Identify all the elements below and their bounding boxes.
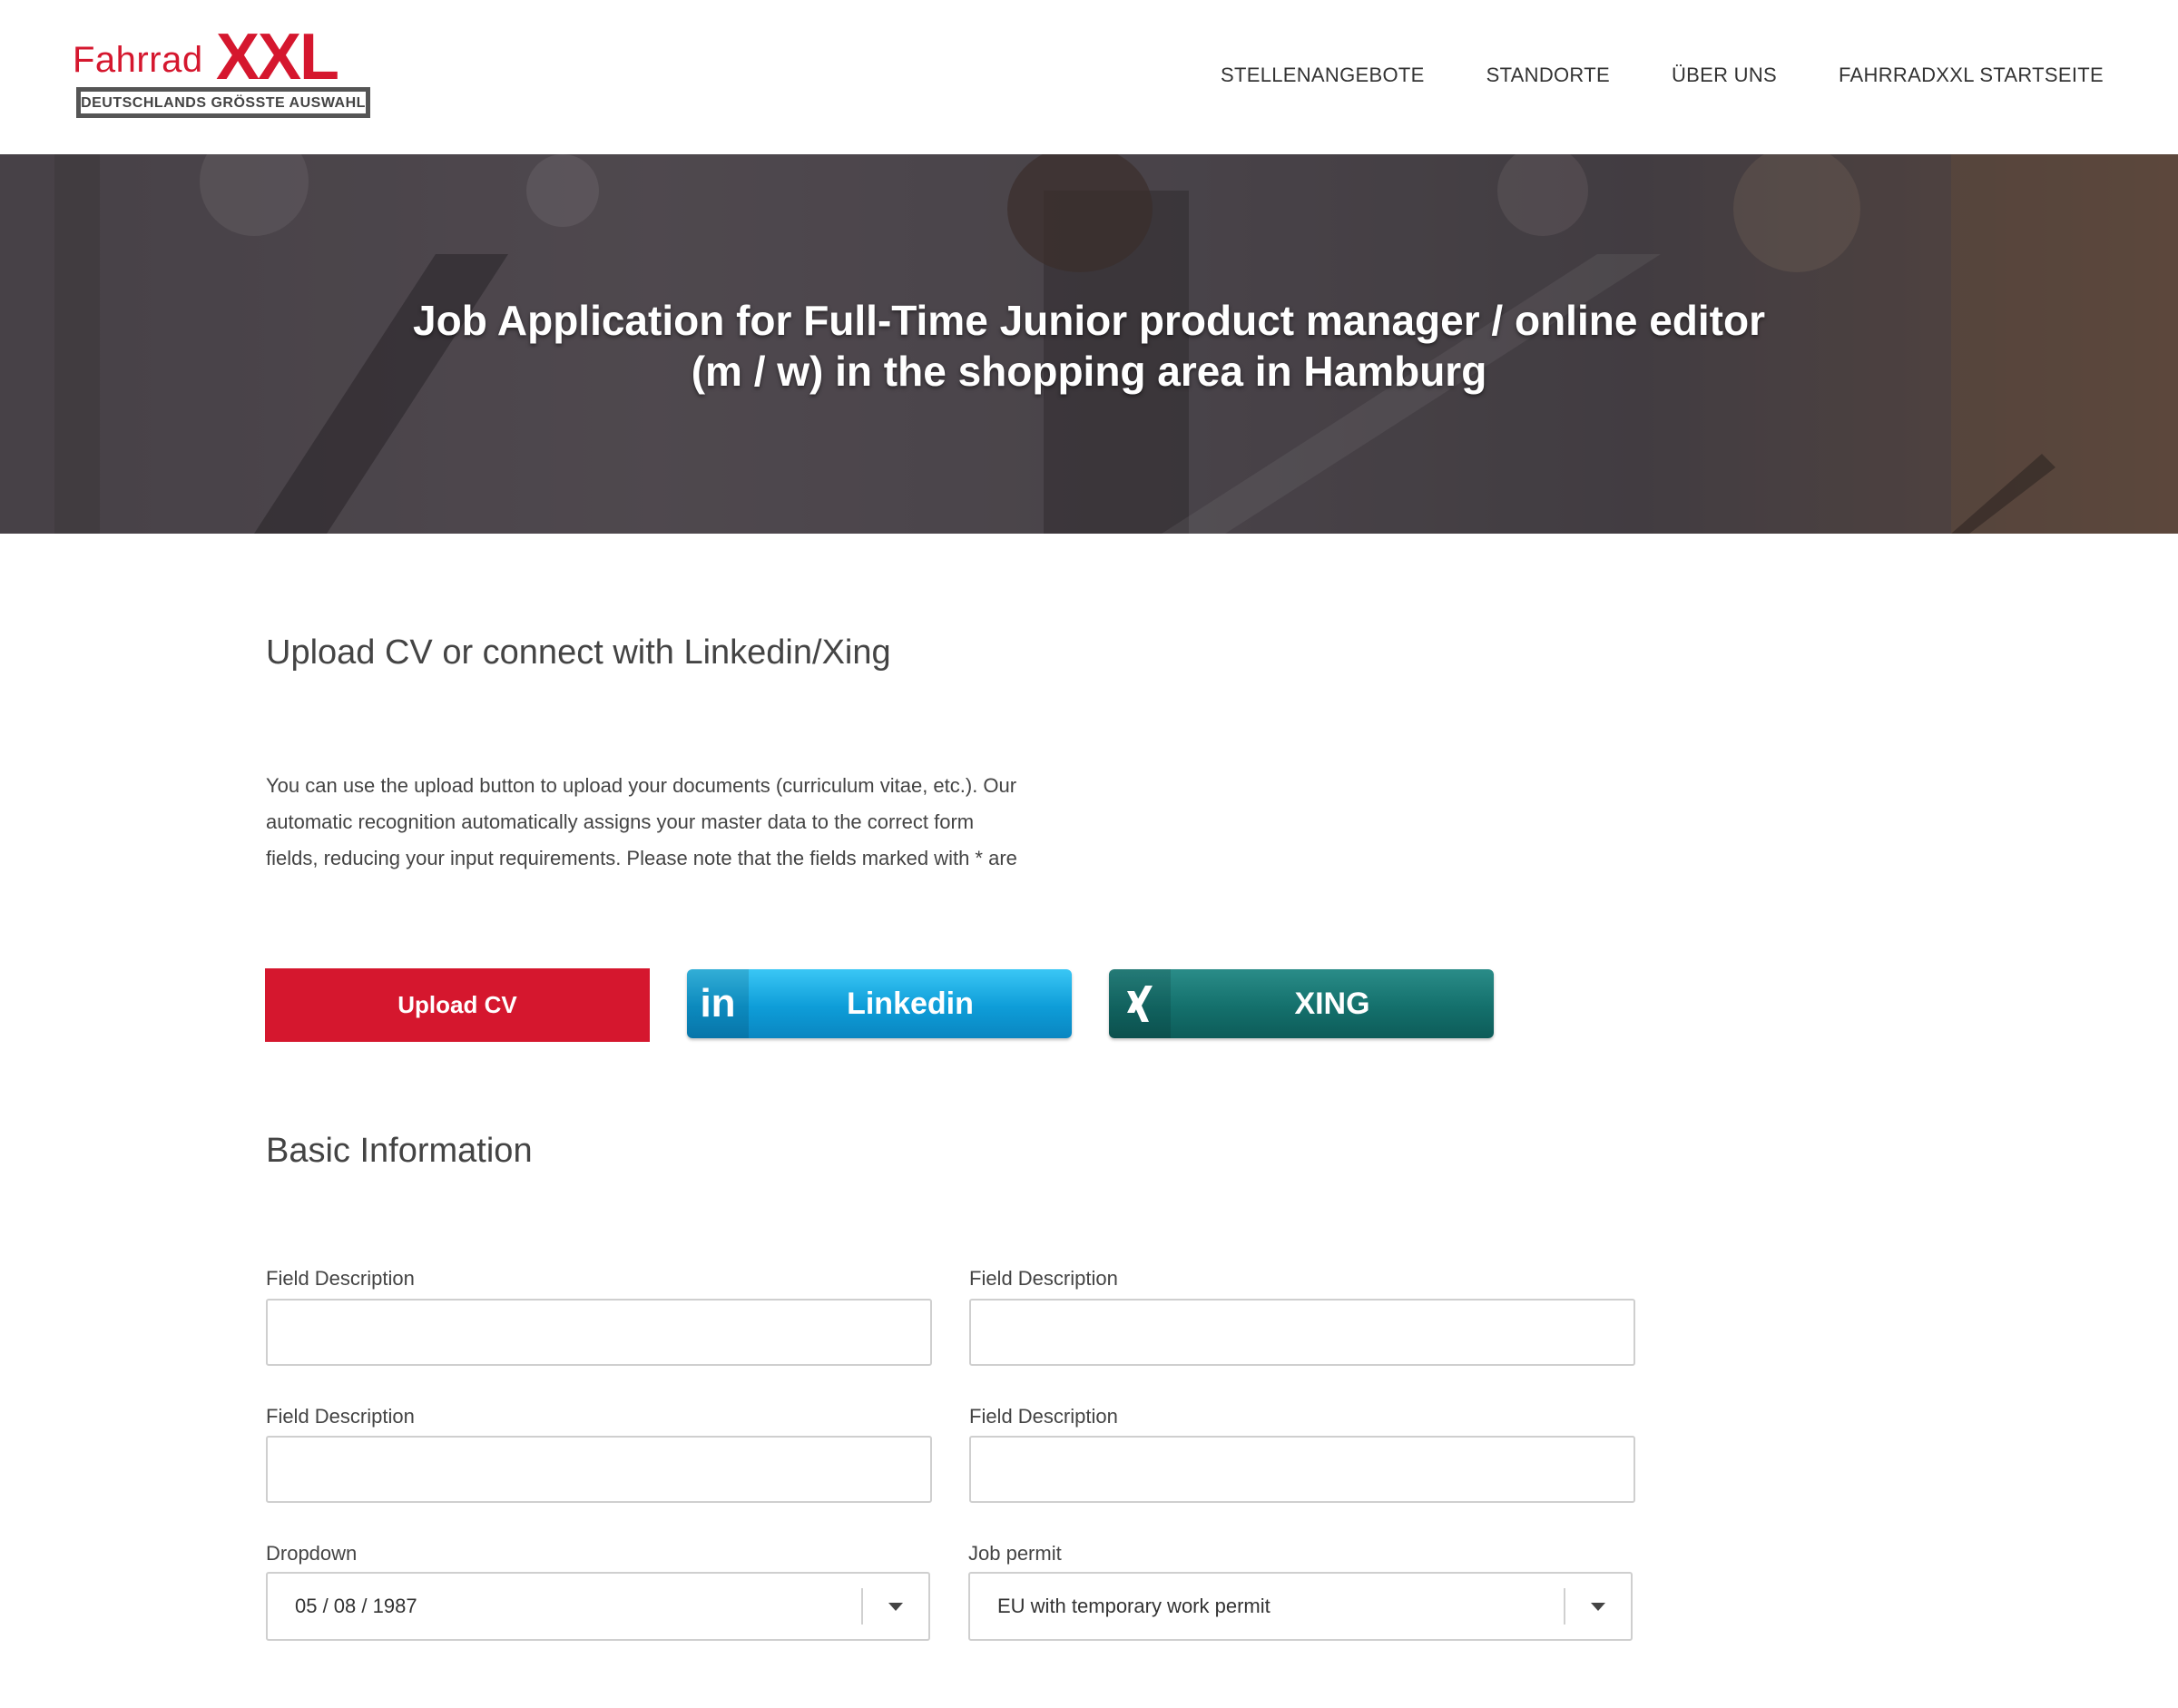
date-dropdown-value: 05 / 08 / 1987 <box>295 1595 417 1617</box>
nav-stellenangebote[interactable]: STELLENANGEBOTE <box>1221 60 1425 91</box>
intro-line: fields, reducing your input requirements… <box>266 847 1017 869</box>
upload-intro-text: You can use the upload button to upload … <box>266 768 1083 877</box>
job-permit-value: EU with temporary work permit <box>997 1595 1270 1617</box>
chevron-down-icon <box>888 1603 903 1611</box>
logo-tagline: DEUTSCHLANDS GRÖSSTE AUSWAHL <box>76 87 370 118</box>
logo-wordmark: Fahrrad XXL <box>73 21 381 93</box>
page-title-line-2: (m / w) in the shopping area in Hamburg <box>691 348 1487 395</box>
field-input-3[interactable] <box>266 1436 932 1503</box>
hero-banner: Job Application for Full-Time Junior pro… <box>0 154 2178 534</box>
field-label: Field Description <box>266 1405 415 1428</box>
main-nav: STELLENANGEBOTE STANDORTE ÜBER UNS FAHRR… <box>1159 60 2104 91</box>
intro-line: You can use the upload button to upload … <box>266 774 1017 797</box>
chevron-down-icon <box>1591 1603 1605 1611</box>
job-permit-label: Job permit <box>968 1542 1062 1565</box>
field-input-4[interactable] <box>969 1436 1635 1503</box>
page-title: Job Application for Full-Time Junior pro… <box>272 295 1906 397</box>
logo-xxl: XXL <box>216 21 339 93</box>
linkedin-icon: in <box>687 969 749 1038</box>
linkedin-connect-button[interactable]: in Linkedin <box>687 969 1072 1038</box>
dropdown-label: Dropdown <box>266 1542 358 1565</box>
field-label: Field Description <box>969 1405 1118 1428</box>
dropdown-divider <box>861 1588 863 1625</box>
intro-line: automatic recognition automatically assi… <box>266 810 975 833</box>
logo-word: Fahrrad <box>73 40 203 80</box>
fahrradxxl-logo[interactable]: Fahrrad XXL DEUTSCHLANDS GRÖSSTE AUSWAHL <box>73 21 381 125</box>
field-label: Field Description <box>266 1267 415 1290</box>
upload-section-title: Upload CV or connect with Linkedin/Xing <box>266 633 891 672</box>
nav-standorte[interactable]: STANDORTE <box>1486 60 1610 91</box>
xing-label: XING <box>1294 986 1370 1021</box>
nav-fahrradxxl-startseite[interactable]: FAHRRADXXL STARTSEITE <box>1839 60 2104 91</box>
job-permit-dropdown[interactable]: EU with temporary work permit <box>968 1572 1633 1641</box>
basic-info-title: Basic Information <box>266 1132 533 1170</box>
dropdown-divider <box>1564 1588 1565 1625</box>
date-dropdown[interactable]: 05 / 08 / 1987 <box>266 1572 930 1641</box>
field-input-1[interactable] <box>266 1299 932 1366</box>
xing-icon <box>1109 969 1171 1038</box>
field-input-2[interactable] <box>969 1299 1635 1366</box>
upload-cv-button[interactable]: Upload CV <box>265 968 650 1042</box>
page-title-line-1: Job Application for Full-Time Junior pro… <box>413 297 1765 344</box>
linkedin-label: Linkedin <box>847 986 974 1021</box>
field-label: Field Description <box>969 1267 1118 1290</box>
nav-ueber-uns[interactable]: ÜBER UNS <box>1672 60 1777 91</box>
xing-connect-button[interactable]: XING <box>1109 969 1494 1038</box>
site-header: Fahrrad XXL DEUTSCHLANDS GRÖSSTE AUSWAHL… <box>0 0 2178 154</box>
